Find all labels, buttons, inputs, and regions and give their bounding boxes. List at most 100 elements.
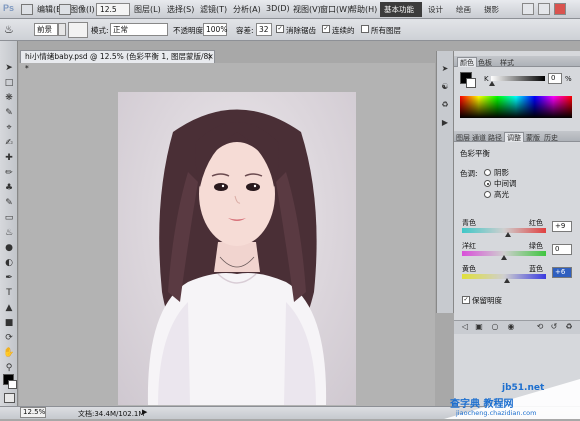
menu-analysis[interactable]: 分析(A) [233,4,261,15]
clip-icon[interactable]: ○ [490,322,500,332]
close-tab-icon[interactable]: × [207,52,214,61]
opacity-field[interactable]: 100% [203,23,227,36]
tab-adjustments[interactable]: 调整 [504,132,524,142]
reset-icon[interactable]: ↺ [549,322,559,332]
fill-source-select[interactable]: 前景 [34,23,58,36]
brush-tool-icon[interactable]: ✏ [3,167,15,179]
dodge-tool-icon[interactable]: ◐ [3,257,15,269]
minimize-icon[interactable] [522,3,534,15]
menu-select[interactable]: 选择(S) [167,4,194,15]
k-value-field[interactable]: 0 [548,73,562,84]
return-icon[interactable]: ◁ [460,322,470,332]
document-tab[interactable]: hi小情绪baby.psd @ 12.5% (色彩平衡 1, 图层蒙版/8) * [20,50,215,73]
color-bg-swatch[interactable] [466,78,476,88]
lasso-tool-icon[interactable]: ❋ [3,92,15,104]
zoom-tool-icon[interactable]: ⚲ [3,362,15,374]
workspace-design[interactable]: 设计 [428,4,443,15]
red-label: 红色 [529,219,543,227]
layer-icon[interactable]: ▣ [474,322,484,332]
tab-history[interactable]: 历史 [544,133,558,143]
watermark-url: jiaocheng.chazidian.com [456,409,537,417]
menu-filter[interactable]: 滤镜(T) [200,4,227,15]
tab-swatches[interactable]: 色板 [478,58,492,68]
eraser-tool-icon[interactable]: ▭ [3,212,15,224]
cyan-red-handle[interactable] [504,232,511,237]
mode-select[interactable]: 正常 [110,23,168,36]
magenta-green-handle[interactable] [501,255,507,260]
zoom-select[interactable]: 12.5 [96,3,130,16]
maximize-icon[interactable] [538,3,550,15]
eyedropper-tool-icon[interactable]: ✍ [3,137,15,149]
tab-paths[interactable]: 路径 [488,133,502,143]
status-menu-arrow-icon[interactable]: ▶ [142,408,147,416]
move-tool-icon[interactable]: ➤ [3,62,15,74]
preserve-luminosity-checkbox[interactable]: ✓ [462,296,470,304]
3d-rotate-tool-icon[interactable]: ⟳ [3,332,15,344]
tone-shadows-label: 阴影 [494,168,509,177]
menu-window[interactable]: 窗口(W) [320,4,350,15]
magenta-green-value[interactable]: 0 [552,244,572,255]
tab-layers[interactable]: 图层 [456,133,470,143]
workspace-photography[interactable]: 摄影 [484,4,499,15]
marquee-tool-icon[interactable]: □ [3,77,15,89]
antialias-checkbox[interactable]: ✓ [276,25,284,33]
menu-view[interactable]: 视图(V) [293,4,321,15]
healing-tool-icon[interactable]: ✚ [3,152,15,164]
tone-highlights-label: 高光 [494,190,509,199]
tab-color[interactable]: 颜色 [457,57,477,67]
workspace-essentials-button[interactable]: 基本功能 [380,2,422,17]
hand-tool-icon[interactable]: ✋ [3,347,15,359]
pattern-picker[interactable] [68,22,88,38]
tone-highlights-radio[interactable] [484,191,491,198]
status-zoom-field[interactable]: 12.5% [20,407,46,418]
k-slider-handle[interactable] [489,81,495,86]
blur-tool-icon[interactable]: ● [3,242,15,254]
shape-tool-icon[interactable]: ■ [3,317,15,329]
previous-state-icon[interactable]: ⟲ [535,322,545,332]
all-layers-checkbox[interactable] [361,25,369,33]
k-slider-track[interactable] [491,76,545,81]
tolerance-field[interactable]: 32 [256,23,272,36]
tab-masks[interactable]: 蒙版 [526,133,540,143]
yellow-blue-handle[interactable] [503,278,510,283]
stamp-tool-icon[interactable]: ♣ [3,182,15,194]
cyan-red-value[interactable]: +9 [552,221,572,232]
tone-midtones-radio[interactable] [484,180,491,187]
history-brush-tool-icon[interactable]: ✎ [3,197,15,209]
tolerance-label: 容差: [236,26,254,35]
channel-k-label: K [484,75,489,83]
menu-layer[interactable]: 图层(L) [134,4,161,15]
mode-label: 模式: [91,26,109,35]
close-icon[interactable] [554,3,566,15]
contiguous-checkbox[interactable]: ✓ [322,25,330,33]
menu-3d[interactable]: 3D(D) [266,4,290,13]
yellow-label: 黄色 [462,265,476,273]
photo-canvas[interactable] [118,92,356,405]
path-select-tool-icon[interactable]: ▲ [3,302,15,314]
tab-styles[interactable]: 样式 [500,58,514,68]
background-color-swatch[interactable] [8,380,17,389]
crop-tool-icon[interactable]: ⌖ [3,122,15,134]
chevron-down-icon[interactable] [58,23,66,36]
workspace-painting[interactable]: 绘画 [456,4,471,15]
type-tool-icon[interactable]: T [3,287,15,299]
adjust-title: 色彩平衡 [460,149,490,158]
menu-image[interactable]: 图像(I) [70,4,95,15]
bridge-icon[interactable] [21,4,33,15]
character-panel-icon[interactable]: ☯ [440,82,450,92]
quick-select-tool-icon[interactable]: ✎ [3,107,15,119]
paint-bucket-tool-icon[interactable]: ♨ [3,227,15,239]
yellow-blue-value[interactable]: +6 [552,267,572,278]
pen-tool-icon[interactable]: ✒ [3,272,15,284]
brush-panel-icon[interactable]: ➤ [440,64,450,74]
tab-channels[interactable]: 通道 [472,133,486,143]
visibility-icon[interactable]: ◉ [506,322,516,332]
trash-icon[interactable]: ♻ [564,322,574,332]
minibridge-icon[interactable] [59,4,71,15]
menu-help[interactable]: 帮助(H) [349,4,377,15]
tone-shadows-radio[interactable] [484,169,491,176]
tool-presets-icon[interactable]: ▶ [440,118,450,128]
quick-mask-icon[interactable] [4,393,15,403]
paint-bucket-icon[interactable]: ♨ [4,22,22,38]
info-panel-icon[interactable]: ♻ [440,100,450,110]
